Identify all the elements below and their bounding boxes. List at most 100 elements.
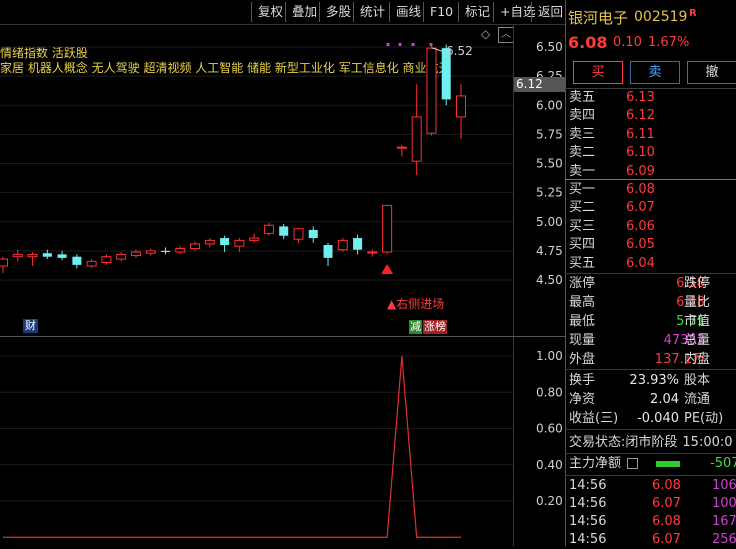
y-tick-label: 6.00 — [536, 98, 563, 112]
sell-button[interactable]: 卖 — [630, 61, 680, 84]
sub-y-tick-label: 1.00 — [536, 349, 563, 363]
buy-button[interactable]: 买 — [573, 61, 623, 84]
buy-level: 买三 — [569, 218, 596, 234]
r-badge: R — [689, 8, 697, 19]
candle — [382, 204, 393, 255]
stat-row: 现量 47352 总量 — [569, 333, 711, 348]
toolbar-button-3[interactable]: 统计 — [353, 2, 391, 22]
sell-level: 卖四 — [569, 108, 596, 124]
candle — [234, 238, 245, 253]
stock-code: 002519 — [634, 9, 688, 25]
candle — [220, 235, 230, 253]
candle — [27, 252, 38, 267]
y-tick-label: 5.25 — [536, 186, 563, 200]
max-price-label: 6.52 — [446, 44, 473, 58]
list-icon[interactable] — [627, 458, 639, 469]
buy-level: 买二 — [569, 200, 596, 216]
sell-price: 6.10 — [626, 145, 655, 161]
candle — [426, 44, 437, 136]
buy-level: 买一 — [569, 182, 596, 197]
price-change-pct: 1.67% — [648, 35, 690, 50]
tick-row: 14:56 6.07 100 — [569, 496, 736, 511]
candle — [353, 234, 363, 255]
entry-signal-icon — [381, 264, 394, 275]
sub-y-tick-label: 0.40 — [536, 458, 563, 472]
current-price-tag: 6.12 — [514, 77, 566, 92]
indicator-chart[interactable]: 1.00 0.80 0.60 0.40 0.20 — [0, 337, 565, 546]
sell-row[interactable]: 卖三 6.11 — [569, 125, 655, 144]
sub-y-tick-label: 0.80 — [536, 385, 563, 399]
signal-dot — [386, 43, 390, 46]
y-tick-label: 4.50 — [536, 273, 563, 287]
entry-signal-label: ▲右侧进场 — [387, 297, 445, 311]
tick-row: 14:56 6.08 167 — [569, 514, 736, 529]
tick-row: 14:56 6.07 256 — [569, 532, 736, 547]
candle — [396, 144, 407, 157]
sell-level: 卖五 — [569, 90, 596, 105]
buy-price: 6.05 — [626, 237, 655, 253]
indicator-line — [3, 355, 461, 538]
candle — [86, 259, 97, 269]
stat2-row: 换手 23.93% 股本 — [569, 373, 711, 388]
toolbar-button-1[interactable]: 叠加 — [285, 2, 323, 22]
candlestick-chart[interactable]: 6.506.256.005.755.505.255.004.754.50 — [0, 25, 565, 336]
candle — [175, 246, 186, 255]
financial-badge[interactable]: 财 — [23, 319, 38, 333]
sell-row[interactable]: 卖一 6.09 — [569, 162, 655, 181]
candle — [204, 238, 215, 248]
toolbar-button-2[interactable]: 多股 — [319, 2, 357, 22]
buy-price: 6.08 — [626, 182, 655, 197]
candle — [0, 256, 8, 274]
candle — [279, 224, 289, 240]
tick-row: 14:56 6.08 106 — [569, 478, 736, 493]
sell-row[interactable]: 卖五 6.13 — [569, 88, 655, 107]
sell-level: 卖一 — [569, 163, 596, 179]
sell-price: 6.11 — [626, 126, 655, 142]
candle — [101, 254, 112, 265]
price-change: 0.10 — [613, 35, 642, 50]
candle — [190, 241, 201, 251]
buy-price: 6.07 — [626, 200, 655, 216]
y-tick-label: 5.75 — [536, 127, 563, 141]
candle — [293, 227, 304, 243]
candle — [161, 247, 171, 255]
sell-row[interactable]: 卖四 6.12 — [569, 106, 655, 125]
buy-row[interactable]: 买一 6.08 — [569, 180, 655, 199]
sell-level: 卖三 — [569, 126, 596, 142]
stat2-row: 收益(三) -0.040 PE(动) — [569, 411, 724, 426]
candle — [116, 252, 127, 262]
sell-price: 6.09 — [626, 163, 655, 179]
buy-row[interactable]: 买四 6.05 — [569, 235, 655, 254]
y-tick-label: 5.50 — [536, 157, 563, 171]
stat-row: 涨停 6.58 跌停 — [569, 276, 711, 291]
candle — [323, 242, 333, 267]
candle — [456, 84, 466, 140]
main-net-inflow: 主力净额 -507 — [569, 456, 736, 471]
stat-row: 最低 5.71 市值 — [569, 314, 711, 329]
candle — [145, 248, 156, 256]
stat-row: 最高 6.18 量比 — [569, 295, 711, 310]
reduce-tag[interactable]: 减 — [409, 320, 422, 334]
candle — [12, 249, 23, 262]
candle — [308, 226, 318, 243]
y-tick-label: 4.75 — [536, 244, 563, 258]
signal-dot — [411, 43, 415, 46]
buy-level: 买五 — [569, 255, 596, 271]
sub-y-tick-label: 0.60 — [536, 422, 563, 436]
sell-row[interactable]: 卖二 6.10 — [569, 143, 655, 162]
signal-dot — [398, 43, 402, 46]
buy-row[interactable]: 买三 6.06 — [569, 217, 655, 236]
limit-up-tag[interactable]: 涨榜 — [423, 320, 447, 334]
toolbar-button-0[interactable]: 复权 — [251, 2, 289, 22]
toolbar-button-6[interactable]: 标记 — [458, 2, 496, 22]
cancel-button[interactable]: 撤 — [687, 61, 736, 84]
toolbar-button-8[interactable]: 返回 — [531, 2, 569, 22]
buy-row[interactable]: 买二 6.07 — [569, 198, 655, 217]
toolbar-button-5[interactable]: F10 — [423, 2, 459, 22]
stat2-row: 净资 2.04 流通 — [569, 392, 711, 407]
net-inflow-bar — [656, 460, 681, 467]
y-tick-label: 6.50 — [536, 40, 563, 54]
buy-row[interactable]: 买五 6.04 — [569, 254, 655, 273]
candle — [57, 250, 67, 261]
toolbar-button-4[interactable]: 画线 — [389, 2, 427, 22]
